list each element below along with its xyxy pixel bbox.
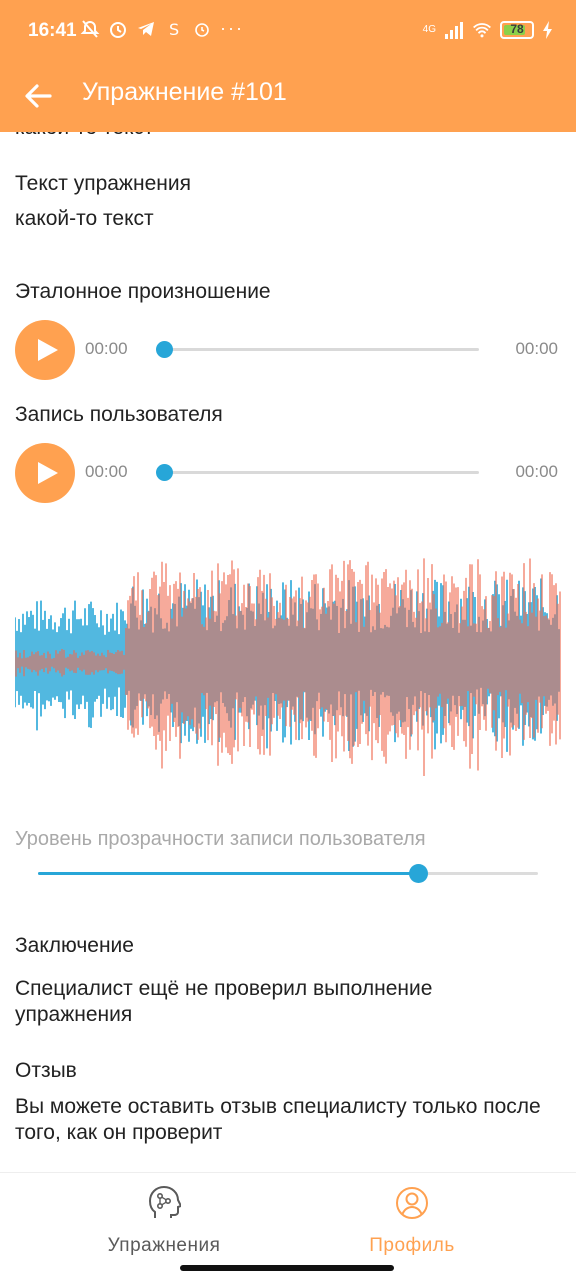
exercise-text-title: Текст упражнения (15, 172, 191, 195)
bell-off-icon (80, 19, 100, 38)
page-title: Упражнение #101 (82, 78, 287, 106)
gesture-bar (180, 1265, 394, 1271)
app-bar: 16:41 S ··· 4G 78 Упражнение #101 (0, 0, 576, 132)
feedback-text: Вы можете оставить отзыв специалисту тол… (15, 1095, 541, 1144)
system-icons: 4G 78 (423, 20, 554, 40)
reference-total-time: 00:00 (515, 339, 558, 358)
bottom-navigation: Упражнения Профиль (0, 1172, 576, 1280)
reference-seek-thumb[interactable] (156, 341, 173, 358)
head-brain-icon (148, 1185, 181, 1218)
user-audio-player: 00:00 00:00 (15, 443, 560, 503)
svg-text:S: S (169, 20, 179, 39)
opacity-label: Уровень прозрачности записи пользователя (15, 828, 426, 850)
waveform-comparison (15, 558, 561, 776)
toolbar: Упражнение #101 (0, 64, 576, 132)
exercise-content[interactable]: какой-то текст Текст упражнения какой-то… (0, 132, 576, 1172)
feedback-title: Отзыв (15, 1059, 77, 1082)
conclusion-text: Специалист ещё не проверил выполнение уп… (15, 977, 433, 1026)
status-bar: 16:41 S ··· 4G 78 (0, 0, 576, 64)
user-current-time: 00:00 (85, 462, 128, 481)
reference-seek-bar[interactable] (163, 348, 479, 351)
status-time: 16:41 (28, 20, 77, 41)
battery-icon: 78 (500, 21, 534, 39)
nav-item-exercises[interactable]: Упражнения (64, 1183, 264, 1263)
user-seek-thumb[interactable] (156, 464, 173, 481)
user-total-time: 00:00 (515, 462, 558, 481)
reference-play-button[interactable] (15, 320, 75, 380)
alarm-icon (110, 21, 126, 38)
charging-icon (543, 21, 552, 39)
more-notifications-icon: ··· (220, 18, 244, 38)
nav-label-exercises: Упражнения (107, 1235, 221, 1256)
play-icon (38, 462, 58, 484)
conclusion-title: Заключение (15, 934, 134, 957)
exercise-text: какой-то текст (15, 207, 154, 230)
user-seek-bar[interactable] (163, 471, 479, 474)
opacity-slider-fill (38, 872, 418, 875)
wifi-icon (473, 23, 491, 38)
telegram-icon (138, 21, 154, 36)
nav-label-profile: Профиль (369, 1235, 455, 1256)
battery-level: 78 (510, 22, 524, 36)
back-arrow-icon[interactable] (20, 78, 56, 114)
user-play-button[interactable] (15, 443, 75, 503)
profile-icon (396, 1187, 428, 1219)
network-type: 4G (422, 24, 436, 35)
reference-audio-player: 00:00 00:00 (15, 320, 560, 380)
user-recording-title: Запись пользователя (15, 403, 223, 426)
app-s-icon: S (169, 20, 179, 39)
nav-item-profile[interactable]: Профиль (312, 1183, 512, 1263)
reference-current-time: 00:00 (85, 339, 128, 358)
play-icon (38, 339, 58, 361)
signal-icon (445, 22, 463, 39)
alarm-small-icon (195, 22, 209, 37)
notification-icons: S ··· (80, 18, 244, 39)
previous-text-partial: какой-то текст (15, 132, 154, 140)
reference-title: Эталонное произношение (15, 280, 271, 303)
opacity-slider-thumb[interactable] (408, 864, 428, 883)
